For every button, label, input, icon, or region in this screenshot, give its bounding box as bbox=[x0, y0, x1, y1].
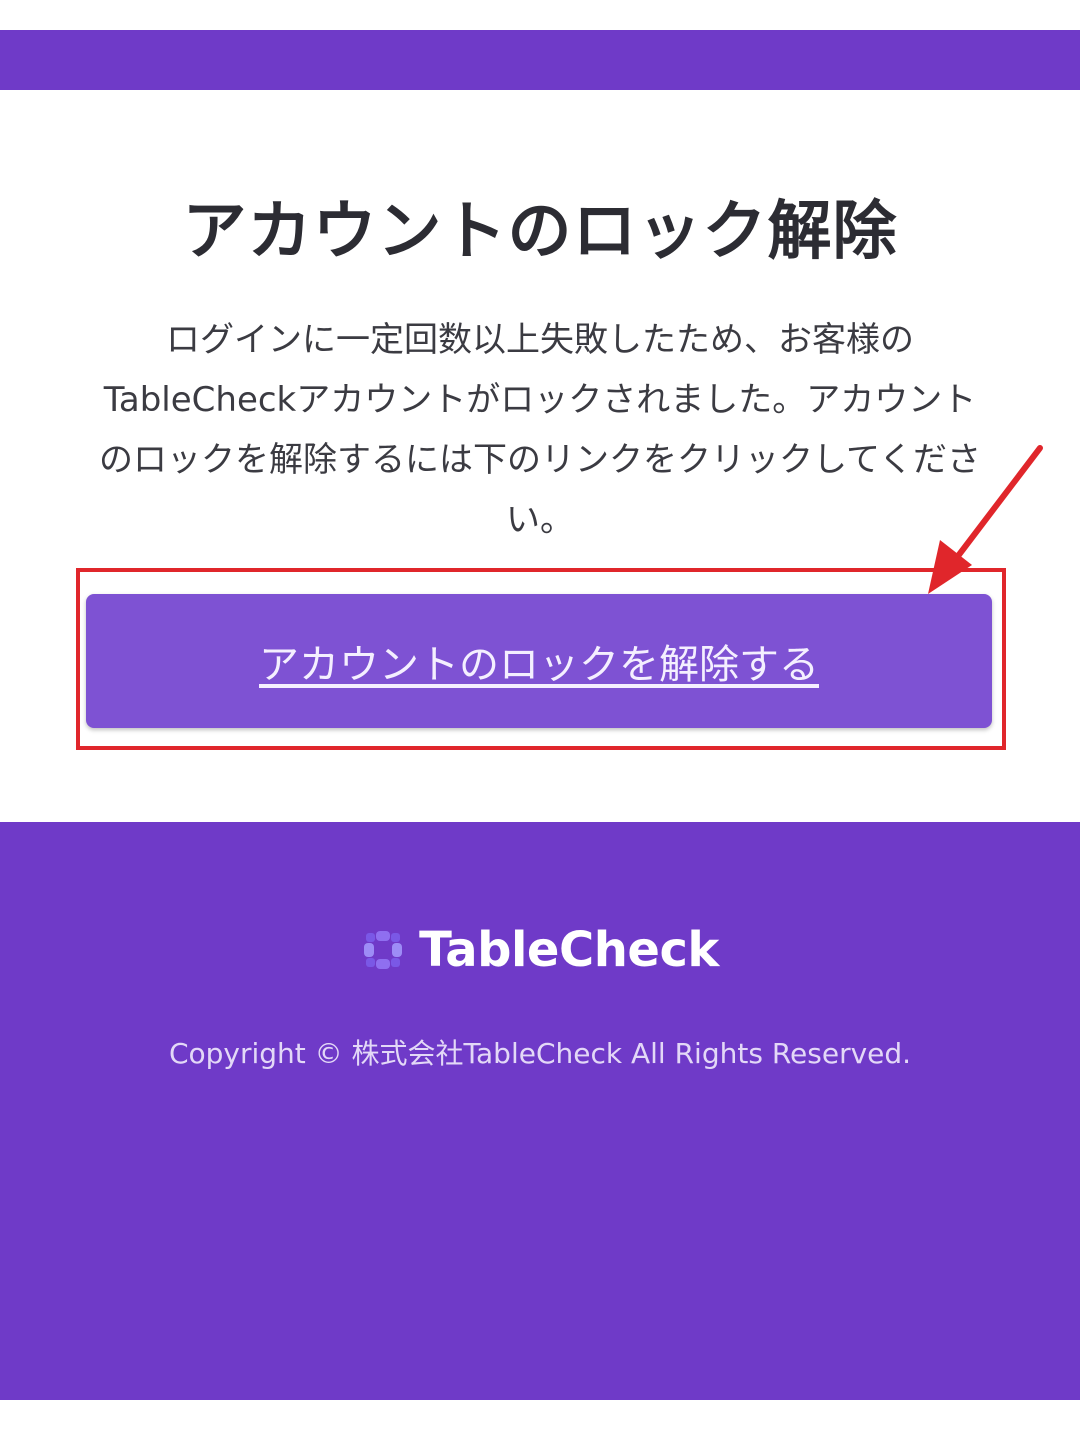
unlock-account-button[interactable]: アカウントのロックを解除する bbox=[86, 594, 992, 728]
copyright-text: Copyright © 株式会社TableCheck All Rights Re… bbox=[168, 1037, 912, 1070]
logo-text: TableCheck bbox=[419, 922, 719, 978]
footer: TableCheck Copyright © 株式会社TableCheck Al… bbox=[0, 822, 1080, 1400]
lock-message: ログインに一定回数以上失敗したため、お客様のTableCheckアカウントがロッ… bbox=[99, 320, 981, 540]
page-title: アカウントのロック解除 bbox=[182, 195, 898, 269]
email-page: アカウントのロック解除 ログインに一定回数以上失敗したため、お客様のTableC… bbox=[0, 0, 1080, 1440]
tablecheck-logo-icon bbox=[364, 931, 403, 969]
unlock-account-link-label[interactable]: アカウントのロックを解除する bbox=[259, 632, 819, 690]
footer-logo[interactable]: TableCheck bbox=[0, 922, 1080, 978]
header-band bbox=[0, 30, 1080, 90]
